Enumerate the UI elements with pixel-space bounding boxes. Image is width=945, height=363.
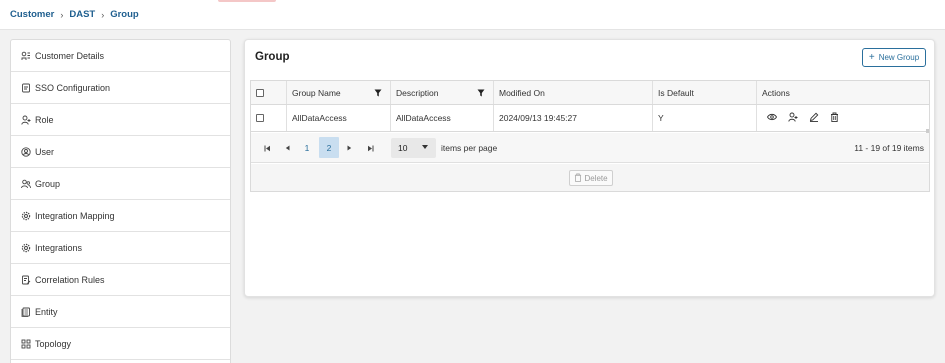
delete-label: Delete bbox=[584, 173, 608, 183]
group-table: Group Name Description Modified On Is De… bbox=[250, 80, 930, 192]
row-checkbox[interactable] bbox=[256, 114, 264, 122]
group-panel: Group + New Group Group Name Description bbox=[244, 39, 935, 297]
sidebar-item-entity[interactable]: Entity bbox=[11, 296, 230, 328]
column-header-label: Modified On bbox=[499, 87, 545, 98]
chevron-right-icon: › bbox=[60, 9, 64, 20]
column-header-label: Group Name bbox=[292, 87, 341, 98]
column-header-label: Description bbox=[396, 87, 439, 98]
trash-icon[interactable] bbox=[830, 112, 839, 124]
eye-icon[interactable] bbox=[766, 113, 778, 123]
sidebar-item-label: Integration Mapping bbox=[35, 210, 115, 221]
last-page-button[interactable] bbox=[363, 141, 377, 155]
table-footer: Delete bbox=[251, 164, 929, 191]
sidebar-item-label: Topology bbox=[35, 338, 72, 349]
user-icon bbox=[20, 146, 31, 157]
caret-down-icon bbox=[422, 145, 428, 149]
entity-icon bbox=[20, 306, 31, 317]
sidebar-item-integrations[interactable]: Integrations bbox=[11, 232, 230, 264]
filter-icon[interactable] bbox=[374, 89, 382, 99]
sidebar-item-label: User bbox=[35, 146, 55, 157]
sidebar-item-label: Role bbox=[35, 114, 54, 125]
new-group-label: New Group bbox=[878, 53, 920, 62]
sidebar-item-label: Correlation Rules bbox=[35, 274, 105, 285]
sidebar-item-customer-details[interactable]: Customer Details bbox=[11, 40, 230, 72]
select-all-checkbox[interactable] bbox=[256, 88, 264, 97]
cell-actions bbox=[757, 105, 929, 131]
page-title: Group bbox=[255, 51, 290, 63]
pager: 1 2 10 items per page 11 - 19 of 19 item… bbox=[251, 133, 929, 163]
sidebar-item-correlation-rules[interactable]: Correlation Rules bbox=[11, 264, 230, 296]
table-row[interactable]: AllDataAccess AllDataAccess 2024/09/13 1… bbox=[251, 105, 929, 156]
cell-is-default: Y bbox=[653, 105, 757, 131]
topology-icon bbox=[20, 338, 31, 349]
page-2-button[interactable]: 2 bbox=[319, 137, 339, 158]
column-header-description[interactable]: Description bbox=[391, 81, 494, 104]
page-size-label: items per page bbox=[441, 143, 498, 153]
sidebar-item-sso-configuration[interactable]: SSO Configuration bbox=[11, 72, 230, 104]
prev-page-button[interactable] bbox=[280, 141, 294, 155]
breadcrumb-dast[interactable]: DAST bbox=[69, 9, 95, 20]
sidebar: Customer Details SSO Configuration Role … bbox=[10, 39, 231, 363]
add-user-icon[interactable] bbox=[788, 112, 798, 124]
column-header-label: Actions bbox=[762, 87, 790, 98]
cell-group-name: AllDataAccess bbox=[287, 105, 391, 131]
sso-icon bbox=[20, 82, 31, 93]
customer-details-icon bbox=[20, 50, 31, 61]
breadcrumb-customer[interactable]: Customer bbox=[10, 9, 54, 20]
filter-icon[interactable] bbox=[477, 89, 485, 99]
sidebar-item-label: Group bbox=[35, 178, 61, 189]
column-header-is-default[interactable]: Is Default bbox=[653, 81, 757, 104]
sidebar-item-role[interactable]: Role bbox=[11, 104, 230, 136]
sidebar-item-label: SSO Configuration bbox=[35, 82, 111, 93]
edit-icon[interactable] bbox=[809, 112, 819, 124]
group-icon bbox=[20, 178, 31, 189]
gear-icon bbox=[20, 210, 31, 221]
page-size-value: 10 bbox=[398, 143, 408, 153]
delete-button[interactable]: Delete bbox=[569, 170, 613, 186]
sidebar-item-user[interactable]: User bbox=[11, 136, 230, 168]
role-icon bbox=[20, 114, 31, 125]
trash-icon bbox=[574, 173, 582, 184]
top-accent bbox=[218, 0, 276, 2]
page-size-select[interactable]: 10 bbox=[391, 138, 436, 158]
first-page-button[interactable] bbox=[260, 141, 274, 155]
sidebar-item-group[interactable]: Group bbox=[11, 168, 230, 200]
top-bar: Customer › DAST › Group bbox=[0, 0, 945, 30]
column-header-group-name[interactable]: Group Name bbox=[287, 81, 391, 104]
next-page-button[interactable] bbox=[342, 141, 356, 155]
select-all-cell bbox=[251, 81, 287, 104]
row-select-cell bbox=[251, 105, 287, 131]
sidebar-item-label: Entity bbox=[35, 306, 58, 317]
gear-icon bbox=[20, 242, 31, 253]
sidebar-item-integration-mapping[interactable]: Integration Mapping bbox=[11, 200, 230, 232]
chevron-right-icon: › bbox=[101, 9, 105, 20]
cell-modified-on: 2024/09/13 19:45:27 bbox=[494, 105, 653, 131]
cell-description: AllDataAccess bbox=[391, 105, 494, 131]
column-header-label: Is Default bbox=[658, 87, 694, 98]
new-group-button[interactable]: + New Group bbox=[862, 48, 926, 67]
breadcrumb-group[interactable]: Group bbox=[110, 9, 139, 20]
sidebar-item-label: Integrations bbox=[35, 242, 83, 253]
plus-icon: + bbox=[868, 52, 875, 63]
sidebar-item-label: Customer Details bbox=[35, 50, 105, 61]
column-header-modified-on[interactable]: Modified On bbox=[494, 81, 653, 104]
table-header: Group Name Description Modified On Is De… bbox=[251, 81, 929, 105]
breadcrumb: Customer › DAST › Group bbox=[10, 9, 139, 20]
rules-icon bbox=[20, 274, 31, 285]
page-1-button[interactable]: 1 bbox=[297, 137, 317, 158]
pager-info: 11 - 19 of 19 items bbox=[854, 143, 924, 153]
sidebar-item-topology[interactable]: Topology bbox=[11, 328, 230, 360]
column-header-actions: Actions bbox=[757, 81, 929, 104]
